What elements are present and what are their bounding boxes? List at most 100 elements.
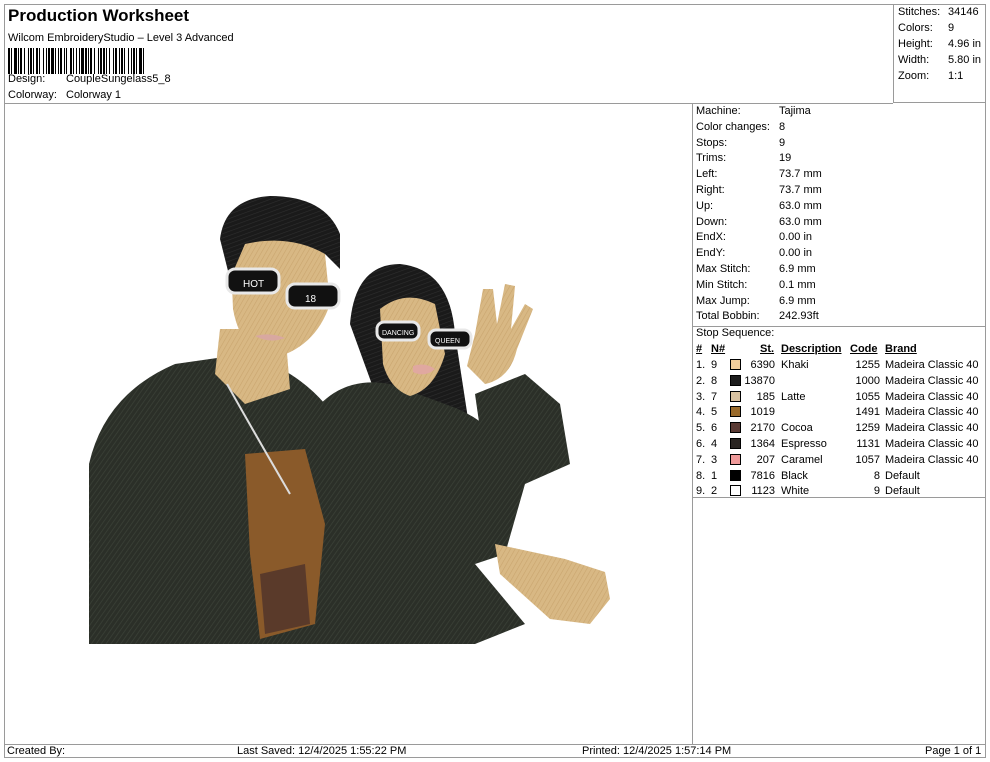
info-label: Color changes: (696, 120, 770, 133)
woman-raised-hand (467, 284, 533, 384)
color-swatch (730, 469, 741, 481)
row-code: 1131 (856, 438, 880, 450)
color-swatch (730, 374, 741, 386)
info-value: 0.00 in (779, 247, 813, 260)
machine-info-panel: Machine: Tajima Color changes: 8 Stops: 9 Trim… (692, 104, 986, 744)
row-num: 1. (696, 359, 706, 371)
color-swatch (730, 438, 741, 449)
stop-sequence-row: 7. 3 207 Caramel 1057 Madeira Classic 40 (693, 453, 986, 470)
color-swatch (730, 485, 741, 497)
glasses-text-dancing: DANCING (382, 330, 414, 337)
info-value: 73.7 mm (779, 168, 822, 181)
row-n: 8 (711, 374, 718, 387)
info-value: 8 (779, 120, 786, 133)
info-label: Trims: (696, 152, 727, 165)
stop-sequence-row: 5. 6 2170 Cocoa 1259 Madeira Classic 40 (693, 422, 986, 438)
row-n: 9 (711, 359, 718, 371)
row-code: 1055 (855, 390, 880, 403)
info-label: Max Stitch: (696, 263, 751, 275)
row-code: 8 (873, 469, 880, 482)
info-value: 63.0 mm (779, 199, 822, 212)
row-description: Caramel (781, 453, 823, 466)
stat-colors: Colors: 9 (898, 22, 955, 34)
info-value: 242.93ft (779, 310, 819, 323)
stat-stitches: Stitches: 34146 (898, 6, 979, 18)
row-num: 5. (696, 422, 706, 435)
stop-sequence-row: 1. 9 6390 Khaki 1255 Madeira Classic 40 (693, 359, 986, 375)
page-number: Page 1 of 1 (925, 745, 982, 757)
row-n: 6 (711, 422, 718, 435)
row-description: Latte (781, 390, 806, 403)
machine-info-row: Up: 63.0 mm (696, 200, 986, 212)
color-swatch (730, 453, 741, 465)
info-value: 19 (779, 152, 792, 165)
row-num: 9. (696, 485, 706, 498)
info-label: Max Jump: (696, 294, 750, 307)
row-stitches: 207 (756, 453, 775, 466)
row-n: 2 (711, 485, 718, 498)
row-stitches: 7816 (750, 469, 775, 482)
barcode (8, 48, 260, 74)
design-label: Design: (8, 73, 46, 85)
stop-sequence-row: 2. 8 13870 1000 Madeira Classic 40 (693, 374, 986, 391)
stop-sequence-row: 9. 2 1123 White 9 Default (693, 485, 986, 501)
col-num-header: # (696, 343, 703, 355)
machine-info-row: Left: 73.7 mm (696, 168, 986, 180)
row-brand: Madeira Classic 40 (885, 422, 979, 435)
info-label: EndX: (696, 231, 726, 244)
info-value: 6.9 mm (779, 294, 816, 307)
row-n: 1 (711, 469, 718, 482)
info-value: 0.1 mm (779, 278, 816, 291)
stop-sequence-row: 6. 4 1364 Espresso 1131 Madeira Classic 40 (693, 438, 986, 454)
color-swatch (730, 359, 741, 370)
machine-info-row: Down: 63.0 mm (696, 216, 986, 228)
row-brand: Madeira Classic 40 (885, 359, 979, 371)
info-label: Total Bobbin: (696, 310, 760, 323)
row-code: 1255 (855, 359, 880, 371)
machine-info-row: Color changes: 8 (696, 121, 986, 133)
stat-width: Width: 5.80 in (898, 54, 982, 66)
machine-info-row: Right: 73.7 mm (696, 184, 986, 196)
info-label: Left: (696, 168, 718, 181)
row-description: Cocoa (781, 422, 813, 435)
color-swatch (730, 422, 741, 434)
row-stitches: 1123 (751, 485, 775, 498)
row-num: 4. (696, 406, 706, 419)
row-n: 7 (711, 390, 718, 403)
row-num: 3. (696, 390, 706, 403)
row-num: 8. (696, 469, 706, 482)
colorway-label: Colorway: (8, 89, 57, 101)
row-n: 3 (711, 453, 718, 466)
machine-info-row: Max Jump: 6.9 mm (696, 295, 986, 307)
row-n: 5 (711, 406, 718, 419)
software-name: Wilcom EmbroideryStudio – Level 3 Advanc… (8, 32, 234, 44)
machine-info-row: Stops: 9 (696, 137, 986, 149)
info-value: 9 (779, 136, 786, 149)
color-swatch (730, 390, 741, 402)
stop-sequence-row: 8. 1 7816 Black 8 Default (693, 469, 986, 486)
stop-sequence-heading: Stop Sequence: (696, 327, 775, 339)
worksheet-footer: Created By: Last Saved: 12/4/2025 1:55:2… (5, 744, 986, 759)
col-st-header: St. (760, 343, 775, 355)
info-value: 6.9 mm (779, 263, 816, 275)
info-value: 73.7 mm (779, 184, 822, 196)
stop-sequence-row: 4. 5 1019 1491 Madeira Classic 40 (693, 406, 986, 422)
color-swatch (730, 406, 741, 418)
row-brand: Madeira Classic 40 (885, 453, 979, 466)
row-description: White (781, 485, 810, 498)
last-saved: Last Saved: 12/4/2025 1:55:22 PM (237, 745, 407, 757)
row-brand: Madeira Classic 40 (885, 374, 979, 387)
row-stitches: 1019 (750, 406, 775, 419)
machine-info-row: Min Stitch: 0.1 mm (696, 279, 986, 291)
row-brand: Madeira Classic 40 (885, 406, 979, 419)
row-brand: Madeira Classic 40 (885, 390, 979, 403)
glasses-text-18: 18 (305, 294, 317, 305)
machine-info-row: EndY: 0.00 in (696, 247, 986, 259)
glasses-text-hot: HOT (243, 279, 264, 290)
design-preview: HOT 18 DANCING QUEEN (5, 104, 692, 744)
created-by: Created By: (7, 745, 66, 757)
info-label: Right: (696, 184, 725, 196)
design-stats: Stitches: 34146 Colors: 9 Height: 4.96 in W… (893, 5, 986, 103)
row-code: 1259 (855, 422, 880, 435)
stat-height: Height: 4.96 in (898, 38, 982, 50)
